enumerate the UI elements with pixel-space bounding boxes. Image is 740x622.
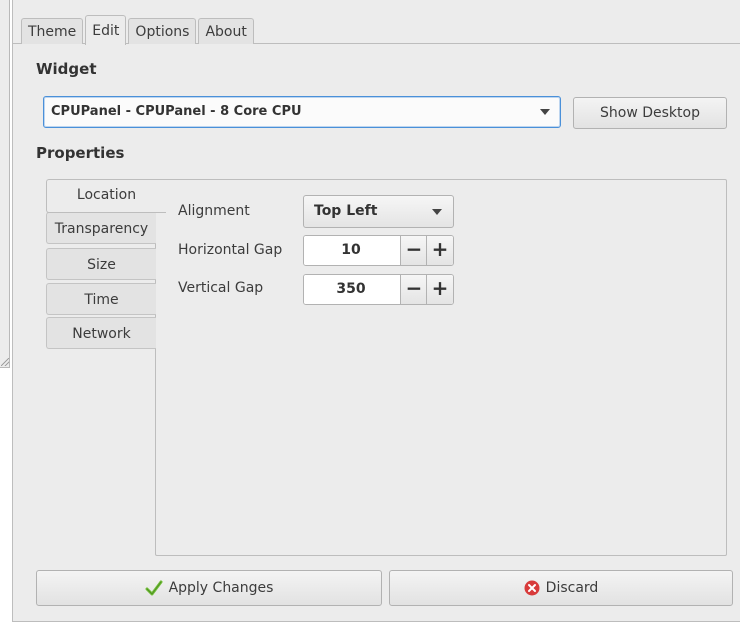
vertical-gap-input[interactable]: 350 <box>304 275 398 304</box>
discard-icon <box>524 580 540 596</box>
horizontal-gap-label: Horizontal Gap <box>178 242 283 258</box>
show-desktop-button[interactable]: Show Desktop <box>573 97 727 129</box>
alignment-value: Top Left <box>314 203 378 219</box>
vertical-gap-decrement-button[interactable]: − <box>400 275 427 304</box>
tab-about[interactable]: About <box>198 18 254 44</box>
apply-changes-button[interactable]: Apply Changes <box>36 570 382 606</box>
widget-section-title: Widget <box>36 60 97 78</box>
horizontal-gap-spinner: 10 − + <box>303 235 454 266</box>
discard-label: Discard <box>545 580 599 596</box>
vertical-gap-spinner: 350 − + <box>303 274 454 305</box>
widget-select[interactable]: CPUPanel - CPUPanel - 8 Core CPU <box>43 96 561 128</box>
side-tab-transparency[interactable]: Transparency <box>46 212 156 244</box>
apply-changes-label: Apply Changes <box>168 580 274 596</box>
alignment-select[interactable]: Top Left <box>303 195 454 228</box>
tab-options[interactable]: Options <box>128 18 197 44</box>
chevron-down-icon <box>540 109 550 115</box>
chevron-down-icon <box>432 209 442 215</box>
discard-button[interactable]: Discard <box>389 570 733 606</box>
tab-edit[interactable]: Edit <box>85 15 127 45</box>
background-window <box>0 0 10 368</box>
side-tab-location[interactable]: Location <box>46 179 166 213</box>
properties-section-title: Properties <box>36 144 125 162</box>
settings-window: Theme Edit Options About Widget CPUPanel… <box>12 0 740 622</box>
horizontal-gap-decrement-button[interactable]: − <box>400 236 427 265</box>
horizontal-gap-input[interactable]: 10 <box>304 236 398 265</box>
tab-theme[interactable]: Theme <box>21 18 84 44</box>
vertical-gap-label: Vertical Gap <box>178 280 264 296</box>
alignment-label: Alignment <box>178 203 250 219</box>
main-tab-bar: Theme Edit Options About <box>21 14 256 45</box>
widget-select-value: CPUPanel - CPUPanel - 8 Core CPU <box>51 104 302 119</box>
side-tab-network[interactable]: Network <box>46 317 156 349</box>
vertical-gap-increment-button[interactable]: + <box>426 275 453 304</box>
side-tab-time[interactable]: Time <box>46 283 156 315</box>
resize-grip-icon[interactable] <box>1 358 9 366</box>
side-tab-size[interactable]: Size <box>46 248 156 280</box>
horizontal-gap-increment-button[interactable]: + <box>426 236 453 265</box>
check-icon <box>145 580 163 596</box>
